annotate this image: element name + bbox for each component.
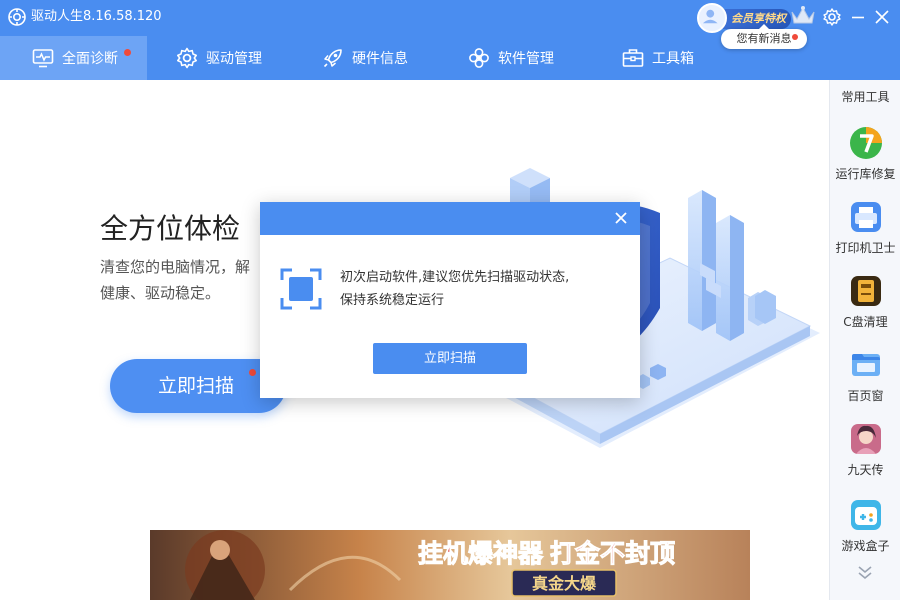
scan-frame-icon <box>280 268 322 310</box>
tab-software-management-label: 软件管理 <box>498 51 554 67</box>
sidebar-title: 常用工具 <box>841 90 890 104</box>
app-logo-icon <box>8 8 26 26</box>
close-window-icon[interactable] <box>873 8 891 26</box>
member-privilege-label: 会员享特权 <box>721 9 791 29</box>
dialog-message-line2: 保持系统稳定运行 <box>340 293 445 308</box>
tool-disk-clean[interactable]: C盘清理 <box>830 274 900 330</box>
tab-full-diagnosis-label: 全面诊断 <box>62 51 118 67</box>
gear-icon <box>177 47 197 69</box>
user-avatar-icon[interactable] <box>697 3 727 33</box>
tool-runtime-repair[interactable]: 运行库修复 <box>830 126 900 182</box>
tool-printer-guard-label: 打印机卫士 <box>835 241 896 255</box>
printer-guard-icon <box>850 202 881 232</box>
tool-disk-clean-label: C盘清理 <box>843 315 888 329</box>
game-box-icon <box>850 500 881 530</box>
page-description-line2: 健康、驱动稳定。 <box>100 284 221 302</box>
chevron-down-double-icon[interactable] <box>856 564 874 580</box>
first-launch-dialog: 初次启动软件,建议您优先扫描驱动状态, 保持系统稳定运行 立即扫描 <box>260 202 640 398</box>
new-message-text: 您有新消息 <box>736 32 792 45</box>
page-description: 清查您的电脑情况，解 健康、驱动稳定。 <box>100 254 270 306</box>
tab-toolbox-label: 工具箱 <box>652 51 694 67</box>
dialog-message-line1: 初次启动软件,建议您优先扫描驱动状态, <box>340 270 570 285</box>
tool-game-box[interactable]: 游戏盒子 <box>830 498 900 554</box>
tool-runtime-repair-label: 运行库修复 <box>835 167 896 181</box>
tool-folder-window[interactable]: 百页窗 <box>830 348 900 404</box>
app-title: 驱动人生8.16.58.120 <box>31 9 162 24</box>
toolbox-icon <box>622 49 644 67</box>
tab-toolbox[interactable]: 工具箱 <box>622 36 722 80</box>
tool-game-jiutian-label: 九天传 <box>847 463 884 477</box>
page-description-line1: 清查您的电脑情况，解 <box>100 258 251 276</box>
tab-hardware-info-label: 硬件信息 <box>352 51 408 67</box>
banner-badge: 真金大爆 <box>532 574 597 593</box>
tab-driver-management[interactable]: 驱动管理 <box>176 36 286 80</box>
minimize-icon[interactable] <box>849 8 867 26</box>
page-title: 全方位体检 <box>100 212 241 245</box>
dialog-message: 初次启动软件,建议您优先扫描驱动状态, 保持系统稳定运行 <box>340 266 620 312</box>
banner-headline: 挂机爆神器 打金不封顶 <box>418 539 675 568</box>
tab-software-management[interactable]: 软件管理 <box>468 36 578 80</box>
dialog-close-icon[interactable] <box>613 210 629 226</box>
tab-badge-dot <box>124 49 131 56</box>
tool-game-jiutian[interactable]: 九天传 <box>830 422 900 478</box>
runtime-repair-icon <box>849 127 882 159</box>
message-badge-dot <box>792 34 798 40</box>
folder-window-icon <box>851 354 880 376</box>
monitor-pulse-icon <box>32 49 54 68</box>
tab-full-diagnosis[interactable]: 全面诊断 <box>0 36 147 80</box>
dialog-header <box>260 202 640 235</box>
tab-hardware-info[interactable]: 硬件信息 <box>322 36 432 80</box>
game-ad-banner[interactable]: 挂机爆神器 打金不封顶 真金大爆 <box>150 530 750 600</box>
settings-gear-icon[interactable] <box>822 7 842 27</box>
rocket-icon <box>323 49 342 68</box>
dialog-scan-button[interactable]: 立即扫描 <box>373 343 527 374</box>
tool-printer-guard[interactable]: 打印机卫士 <box>830 200 900 256</box>
game-avatar-icon <box>850 424 881 454</box>
tool-game-box-label: 游戏盒子 <box>841 539 890 553</box>
scan-badge-dot <box>249 369 256 376</box>
tool-folder-window-label: 百页窗 <box>847 389 884 403</box>
common-tools-sidebar: 常用工具 运行库修复 打印机卫士 C盘清理 百页窗 九天传 游戏盒子 <box>829 80 900 600</box>
flower-icon <box>469 48 489 68</box>
crown-icon <box>791 6 815 24</box>
disk-clean-icon <box>850 276 881 306</box>
tab-driver-management-label: 驱动管理 <box>206 51 262 67</box>
